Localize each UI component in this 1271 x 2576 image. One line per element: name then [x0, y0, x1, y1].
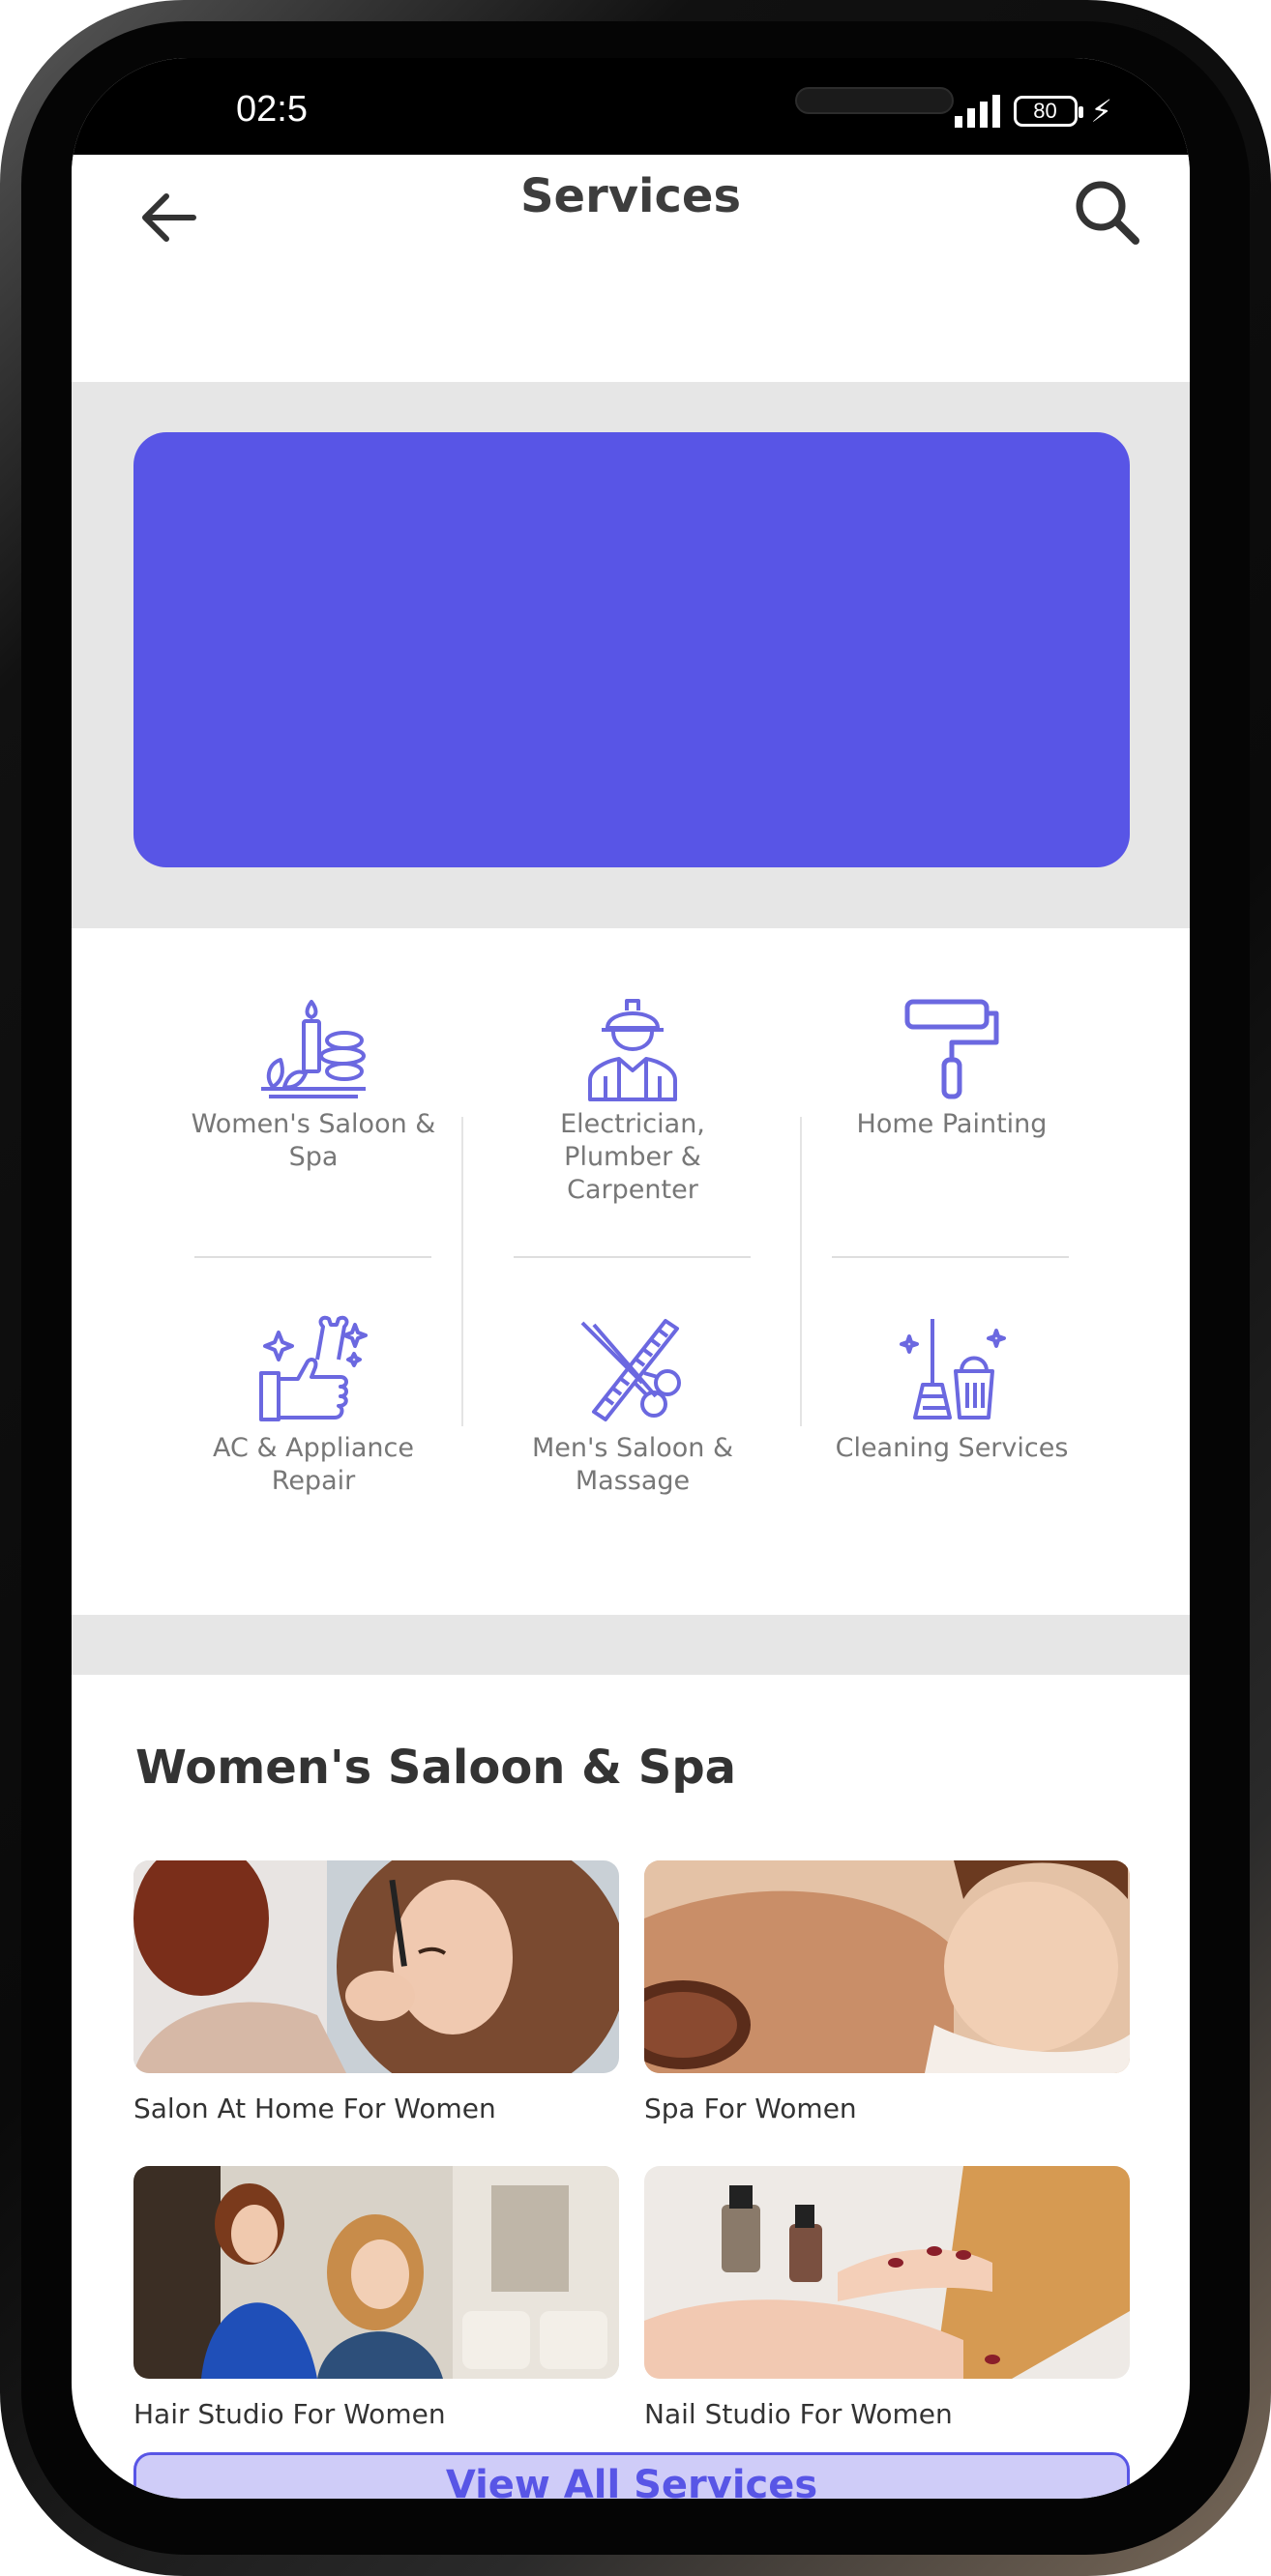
category-mens-saloon-massage[interactable]: Men's Saloon & Massage — [507, 1315, 758, 1498]
search-icon — [1076, 181, 1139, 245]
tile-caption: Hair Studio For Women — [133, 2398, 446, 2430]
category-ac-appliance-repair[interactable]: AC & Appliance Repair — [188, 1315, 439, 1498]
battery-icon: 80 — [1013, 96, 1083, 127]
category-label: Home Painting — [856, 1109, 1048, 1139]
repair-tools-icon — [259, 1315, 368, 1421]
charging-icon: ⚡ — [1090, 93, 1112, 130]
camera-notch — [313, 58, 954, 166]
category-electrician-plumber-carpenter[interactable]: Electrician, Plumber & Carpenter — [507, 991, 758, 1207]
status-time: 02:5 — [236, 89, 308, 130]
grid-divider — [194, 1256, 431, 1258]
service-tile[interactable]: Hair Studio For Women — [133, 2166, 619, 2430]
grid-divider — [800, 1117, 802, 1426]
hair-studio-photo — [133, 2166, 619, 2379]
service-tile[interactable]: Nail Studio For Women — [644, 2166, 1130, 2430]
section-band — [72, 1615, 1190, 1675]
category-grid: Women's Saloon & Spa Electrician, Plumbe… — [72, 928, 1190, 1615]
paint-roller-icon — [904, 999, 999, 1099]
tile-caption: Nail Studio For Women — [644, 2398, 953, 2430]
salon-photo — [133, 1860, 619, 2073]
category-womens-saloon-spa[interactable]: Women's Saloon & Spa — [188, 996, 439, 1174]
category-label: Electrician, Plumber & Carpenter — [560, 1109, 705, 1205]
grid-divider — [514, 1256, 751, 1258]
service-tile[interactable]: Spa For Women — [644, 1860, 1130, 2124]
category-home-painting[interactable]: Home Painting — [826, 996, 1078, 1141]
nail-studio-photo — [644, 2166, 1130, 2379]
app-screen: 02:5 80 ⚡ Services Women's Saloon & Spa … — [72, 58, 1190, 2499]
category-label: AC & Appliance Repair — [213, 1433, 414, 1496]
status-indicators: 80 ⚡ — [954, 93, 1112, 130]
grid-divider — [461, 1117, 463, 1426]
promo-banner[interactable] — [133, 432, 1130, 867]
broom-bucket-icon — [900, 1319, 1006, 1420]
spa-stones-icon — [261, 1000, 366, 1098]
section-title: Women's Saloon & Spa — [135, 1741, 737, 1795]
tile-caption: Salon At Home For Women — [133, 2093, 496, 2124]
service-tile[interactable]: Salon At Home For Women — [133, 1860, 619, 2124]
view-all-button[interactable]: View All Services — [133, 2452, 1130, 2499]
category-label: Women's Saloon & Spa — [191, 1109, 436, 1172]
speaker-grille — [795, 87, 954, 114]
grid-divider — [832, 1256, 1069, 1258]
scissors-comb-icon — [580, 1319, 681, 1421]
signal-icon — [954, 95, 1000, 128]
worker-helmet-icon — [588, 999, 677, 1101]
spa-photo — [644, 1860, 1130, 2073]
tile-caption: Spa For Women — [644, 2093, 857, 2124]
page-title: Services — [519, 169, 742, 223]
battery-level: 80 — [1033, 99, 1057, 123]
category-cleaning-services[interactable]: Cleaning Services — [826, 1315, 1078, 1465]
category-label: Men's Saloon & Massage — [531, 1433, 734, 1496]
search-button[interactable] — [1054, 160, 1161, 266]
category-label: Cleaning Services — [835, 1433, 1069, 1463]
